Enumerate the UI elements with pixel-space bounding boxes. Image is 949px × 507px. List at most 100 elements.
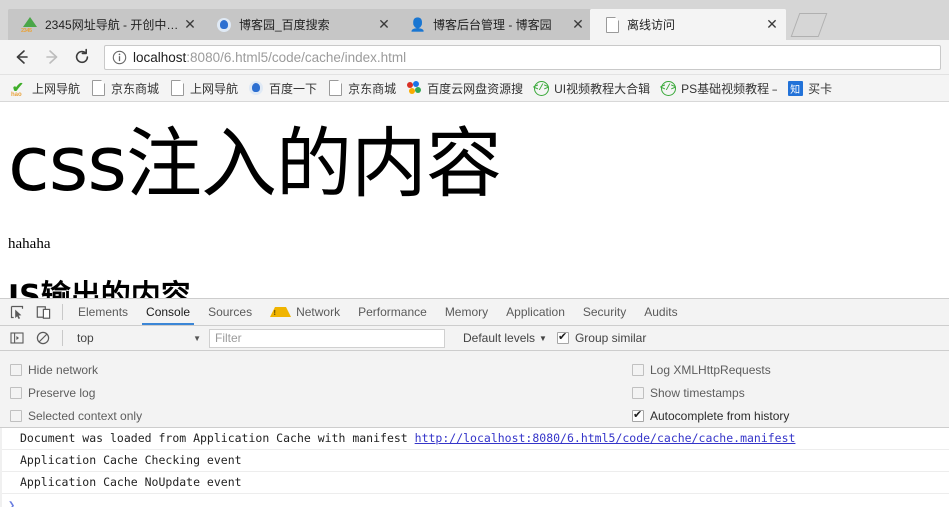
page-icon: [604, 16, 620, 33]
setting-log-xmlhttprequests[interactable]: Log XMLHttpRequests: [632, 358, 789, 381]
bookmark-item[interactable]: 京东商城: [85, 77, 164, 99]
bookmark-item[interactable]: 京东商城: [322, 77, 401, 99]
console-prompt[interactable]: ❯: [2, 494, 949, 507]
devtools-tab-application[interactable]: Application: [497, 299, 574, 325]
reload-button[interactable]: [68, 43, 96, 71]
autocomplete-from-history-checkbox[interactable]: [632, 409, 644, 422]
bookmark-item[interactable]: 上网导航: [164, 77, 243, 99]
doc-icon: [327, 80, 343, 96]
bookmark-label: 上网导航: [190, 81, 239, 96]
tab-close-icon[interactable]: ✕: [180, 15, 200, 35]
devtools-tab-performance[interactable]: Performance: [349, 299, 436, 325]
console-message-link[interactable]: http://localhost:8080/6.html5/code/cache…: [415, 431, 796, 445]
console-settings-left-column: Hide network Preserve log Selected conte…: [0, 358, 620, 427]
show-timestamps-checkbox[interactable]: [632, 386, 644, 399]
console-filter-bar: top ▼ Filter Default levels ▼ Group simi…: [0, 326, 949, 351]
setting-preserve-log[interactable]: Preserve log: [10, 381, 620, 404]
bookmark-label: UI视频教程大合辑 –: [554, 81, 651, 96]
browser-tab-3[interactable]: 👤 博客后台管理 - 博客园 ✕: [396, 9, 592, 40]
log-xmlhttprequests-checkbox[interactable]: [632, 363, 644, 376]
url-path: :8080/6.html5/code/cache/index.html: [186, 49, 407, 65]
bookmark-item[interactable]: </> UI视频教程大合辑 –: [528, 77, 655, 99]
arrow-left-icon: [16, 50, 28, 64]
prompt-caret-icon: ❯: [8, 498, 16, 507]
url-host: localhost: [133, 49, 187, 65]
inspect-element-icon[interactable]: [4, 300, 30, 324]
new-tab-button[interactable]: [792, 13, 826, 36]
warning-triangle-icon: [270, 307, 292, 317]
browser-tab-label: 博客园_百度搜索: [239, 18, 330, 32]
devtools-tab-network[interactable]: Network: [261, 299, 349, 325]
hide-network-checkbox[interactable]: [10, 363, 22, 376]
setting-autocomplete-from-history[interactable]: Autocomplete from history: [632, 404, 789, 427]
doc-icon: [169, 80, 185, 96]
bookmark-label: 百度一下: [269, 81, 318, 96]
bookmark-label: 买卡: [808, 81, 833, 96]
log-levels-label: Default levels: [463, 331, 536, 345]
setting-hide-network[interactable]: Hide network: [10, 358, 620, 381]
info-circle-icon[interactable]: [111, 49, 127, 65]
setting-label: Preserve log: [28, 385, 96, 400]
browser-tab-4-active[interactable]: 离线访问 ✕: [590, 9, 786, 40]
devtools-tab-security[interactable]: Security: [574, 299, 635, 325]
devtools-tab-console[interactable]: Console: [137, 299, 199, 325]
browser-tab-1[interactable]: 2345网址导航 - 开创中… ✕: [8, 9, 204, 40]
execution-context-select[interactable]: top ▼: [69, 328, 205, 348]
bookmarks-bar: 上网导航 京东商城 上网导航 百度一下 京东商城 百度云网盘资源搜索 </> U…: [0, 75, 949, 102]
bookmark-label: 京东商城: [348, 81, 397, 96]
setting-label: Show timestamps: [650, 385, 745, 400]
browser-tab-label: 离线访问: [627, 18, 676, 32]
bookmark-item[interactable]: 知 买卡: [782, 77, 837, 99]
console-message-list: Document was loaded from Application Cac…: [0, 428, 949, 507]
devtools-tab-elements[interactable]: Elements: [69, 299, 137, 325]
browser-tab-2[interactable]: 博客园_百度搜索 ✕: [202, 9, 398, 40]
bookmark-item[interactable]: 上网导航: [6, 77, 85, 99]
bookmark-item[interactable]: 百度云网盘资源搜索: [401, 77, 528, 99]
console-message: Application Cache Checking event: [2, 450, 949, 472]
devtools-panel: Elements Console Sources Network Perform…: [0, 298, 949, 507]
selected-context-only-checkbox[interactable]: [10, 409, 22, 422]
setting-label: Autocomplete from history: [650, 408, 790, 423]
tab-close-icon[interactable]: ✕: [762, 15, 782, 35]
bookmark-item[interactable]: </> PS基础视频教程 – 专: [655, 77, 782, 99]
reload-icon: [75, 48, 89, 64]
address-bar-text: localhost:8080/6.html5/code/cache/index.…: [133, 50, 406, 65]
devtools-tab-memory[interactable]: Memory: [436, 299, 497, 325]
back-button[interactable]: [8, 43, 36, 71]
devtools-tab-sources[interactable]: Sources: [199, 299, 261, 325]
devtools-tab-audits[interactable]: Audits: [635, 299, 686, 325]
preserve-log-checkbox[interactable]: [10, 386, 22, 399]
360-icon: [406, 80, 422, 96]
console-message-text: Document was loaded from Application Cac…: [20, 431, 415, 445]
tab-close-icon[interactable]: ✕: [568, 15, 588, 35]
device-toolbar-icon[interactable]: [30, 300, 56, 324]
setting-selected-context-only[interactable]: Selected context only: [10, 404, 620, 427]
tab-close-icon[interactable]: ✕: [374, 15, 394, 35]
log-levels-dropdown[interactable]: Default levels ▼: [463, 331, 547, 345]
clear-console-icon[interactable]: [30, 326, 56, 350]
console-filter-placeholder: Filter: [215, 331, 242, 345]
setting-label: Log XMLHttpRequests: [650, 362, 771, 377]
group-similar-label: Group similar: [574, 331, 647, 345]
forward-button[interactable]: [38, 43, 66, 71]
console-settings-right-column: Log XMLHttpRequests Show timestamps Auto…: [620, 358, 789, 427]
page-paragraph: hahaha: [8, 236, 51, 252]
chevron-down-icon: ▼: [193, 333, 201, 343]
toolbar-divider: [62, 304, 63, 320]
setting-show-timestamps[interactable]: Show timestamps: [632, 381, 789, 404]
arrow-right-icon: [46, 50, 58, 64]
browser-window: 2345网址导航 - 开创中… ✕ 博客园_百度搜索 ✕ 👤 博客后台管理 - …: [0, 0, 949, 507]
browser-tab-label: 2345网址导航 - 开创中…: [45, 18, 179, 32]
filterbar-divider: [62, 330, 63, 346]
address-bar[interactable]: localhost:8080/6.html5/code/cache/index.…: [104, 44, 941, 70]
bookmark-item[interactable]: 百度一下: [243, 77, 322, 99]
console-filter-input[interactable]: Filter: [209, 328, 445, 348]
baidu-icon: [216, 17, 232, 33]
nav2345-icon: [21, 16, 38, 34]
setting-label: Selected context only: [28, 408, 143, 423]
console-sidebar-icon[interactable]: [4, 326, 30, 350]
console-settings-panel: Hide network Preserve log Selected conte…: [0, 351, 949, 428]
execution-context-value: top: [77, 331, 94, 345]
group-similar-checkbox[interactable]: [556, 331, 569, 344]
group-similar-toggle[interactable]: Group similar: [556, 331, 647, 345]
